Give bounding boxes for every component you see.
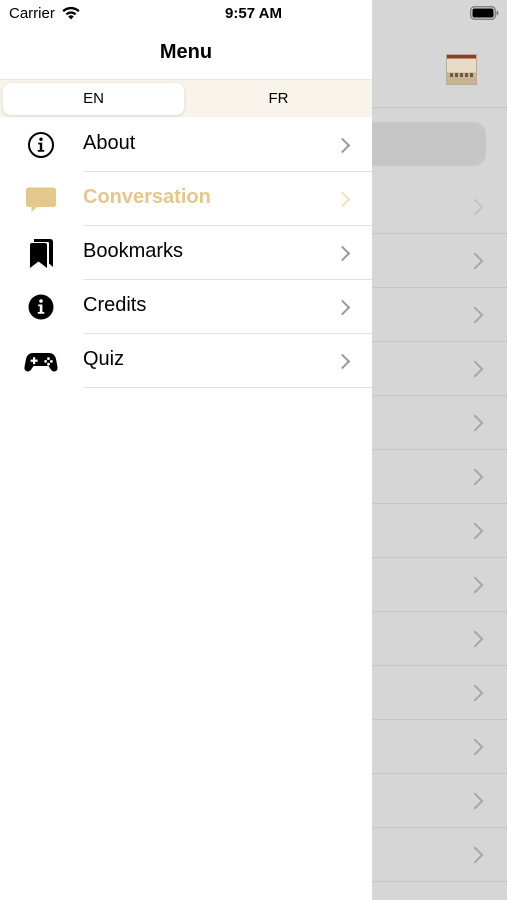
chevron-right-icon [466,846,484,864]
background-row [372,180,507,234]
chevron-right-icon [466,792,484,810]
menu-item-credits[interactable]: Credits [0,280,372,334]
background-row [372,558,507,612]
chevron-right-icon [466,252,484,270]
chevron-right-icon [466,414,484,432]
background-row [372,288,507,342]
row-divider [83,387,372,388]
background-row [372,450,507,504]
chevron-right-icon [334,191,351,208]
menu-item-label: Credits [83,294,147,316]
background-row [372,720,507,774]
background-row [372,666,507,720]
gamepad-icon [24,353,58,372]
menu-list: About Conversation Bookmarks Credits Qui… [0,118,372,388]
side-menu: Menu EN FR About Conversation Bookmarks … [0,0,372,900]
info-circle-outline-icon [28,132,54,158]
menu-item-label: Conversation [83,186,211,208]
menu-item-conversation[interactable]: Conversation [0,172,372,226]
menu-item-label: About [83,132,136,154]
background-search-bar [360,122,486,166]
background-row [372,504,507,558]
status-time: 9:57 AM [225,5,282,22]
background-row [372,612,507,666]
language-segment-fr[interactable]: FR [188,83,369,115]
menu-item-bookmarks[interactable]: Bookmarks [0,226,372,280]
menu-item-label: Quiz [83,348,125,370]
background-row [372,234,507,288]
chevron-right-icon [466,576,484,594]
menu-item-label: Bookmarks [83,240,184,262]
background-row [372,396,507,450]
chevron-right-icon [334,299,351,316]
menu-item-quiz[interactable]: Quiz [0,334,372,388]
chevron-right-icon [466,306,484,324]
background-row [372,774,507,828]
chevron-right-icon [466,630,484,648]
info-circle-filled-icon [28,294,54,320]
screen: Carrier 9:57 AM Menu EN FR About Convers… [0,0,507,900]
chevron-right-icon [334,353,351,370]
background-row [372,342,507,396]
chevron-right-icon [466,360,484,378]
menu-item-about[interactable]: About [0,118,372,172]
language-segmented-control: EN FR [0,79,372,117]
menu-title: Menu [159,41,213,63]
language-segment-en[interactable]: EN [3,83,184,115]
chevron-right-icon [466,684,484,702]
chevron-right-icon [466,522,484,540]
bookmarks-icon [30,239,53,268]
nav-bar-divider [372,107,507,108]
chevron-right-icon [466,198,484,216]
battery-icon [470,6,499,20]
chevron-right-icon [334,245,351,262]
thumbnail-image [446,54,477,85]
chevron-right-icon [466,468,484,486]
status-bar: Carrier 9:57 AM [0,0,507,30]
speech-bubble-icon [26,187,56,212]
chevron-right-icon [334,137,351,154]
chevron-right-icon [466,738,484,756]
background-row [372,828,507,882]
